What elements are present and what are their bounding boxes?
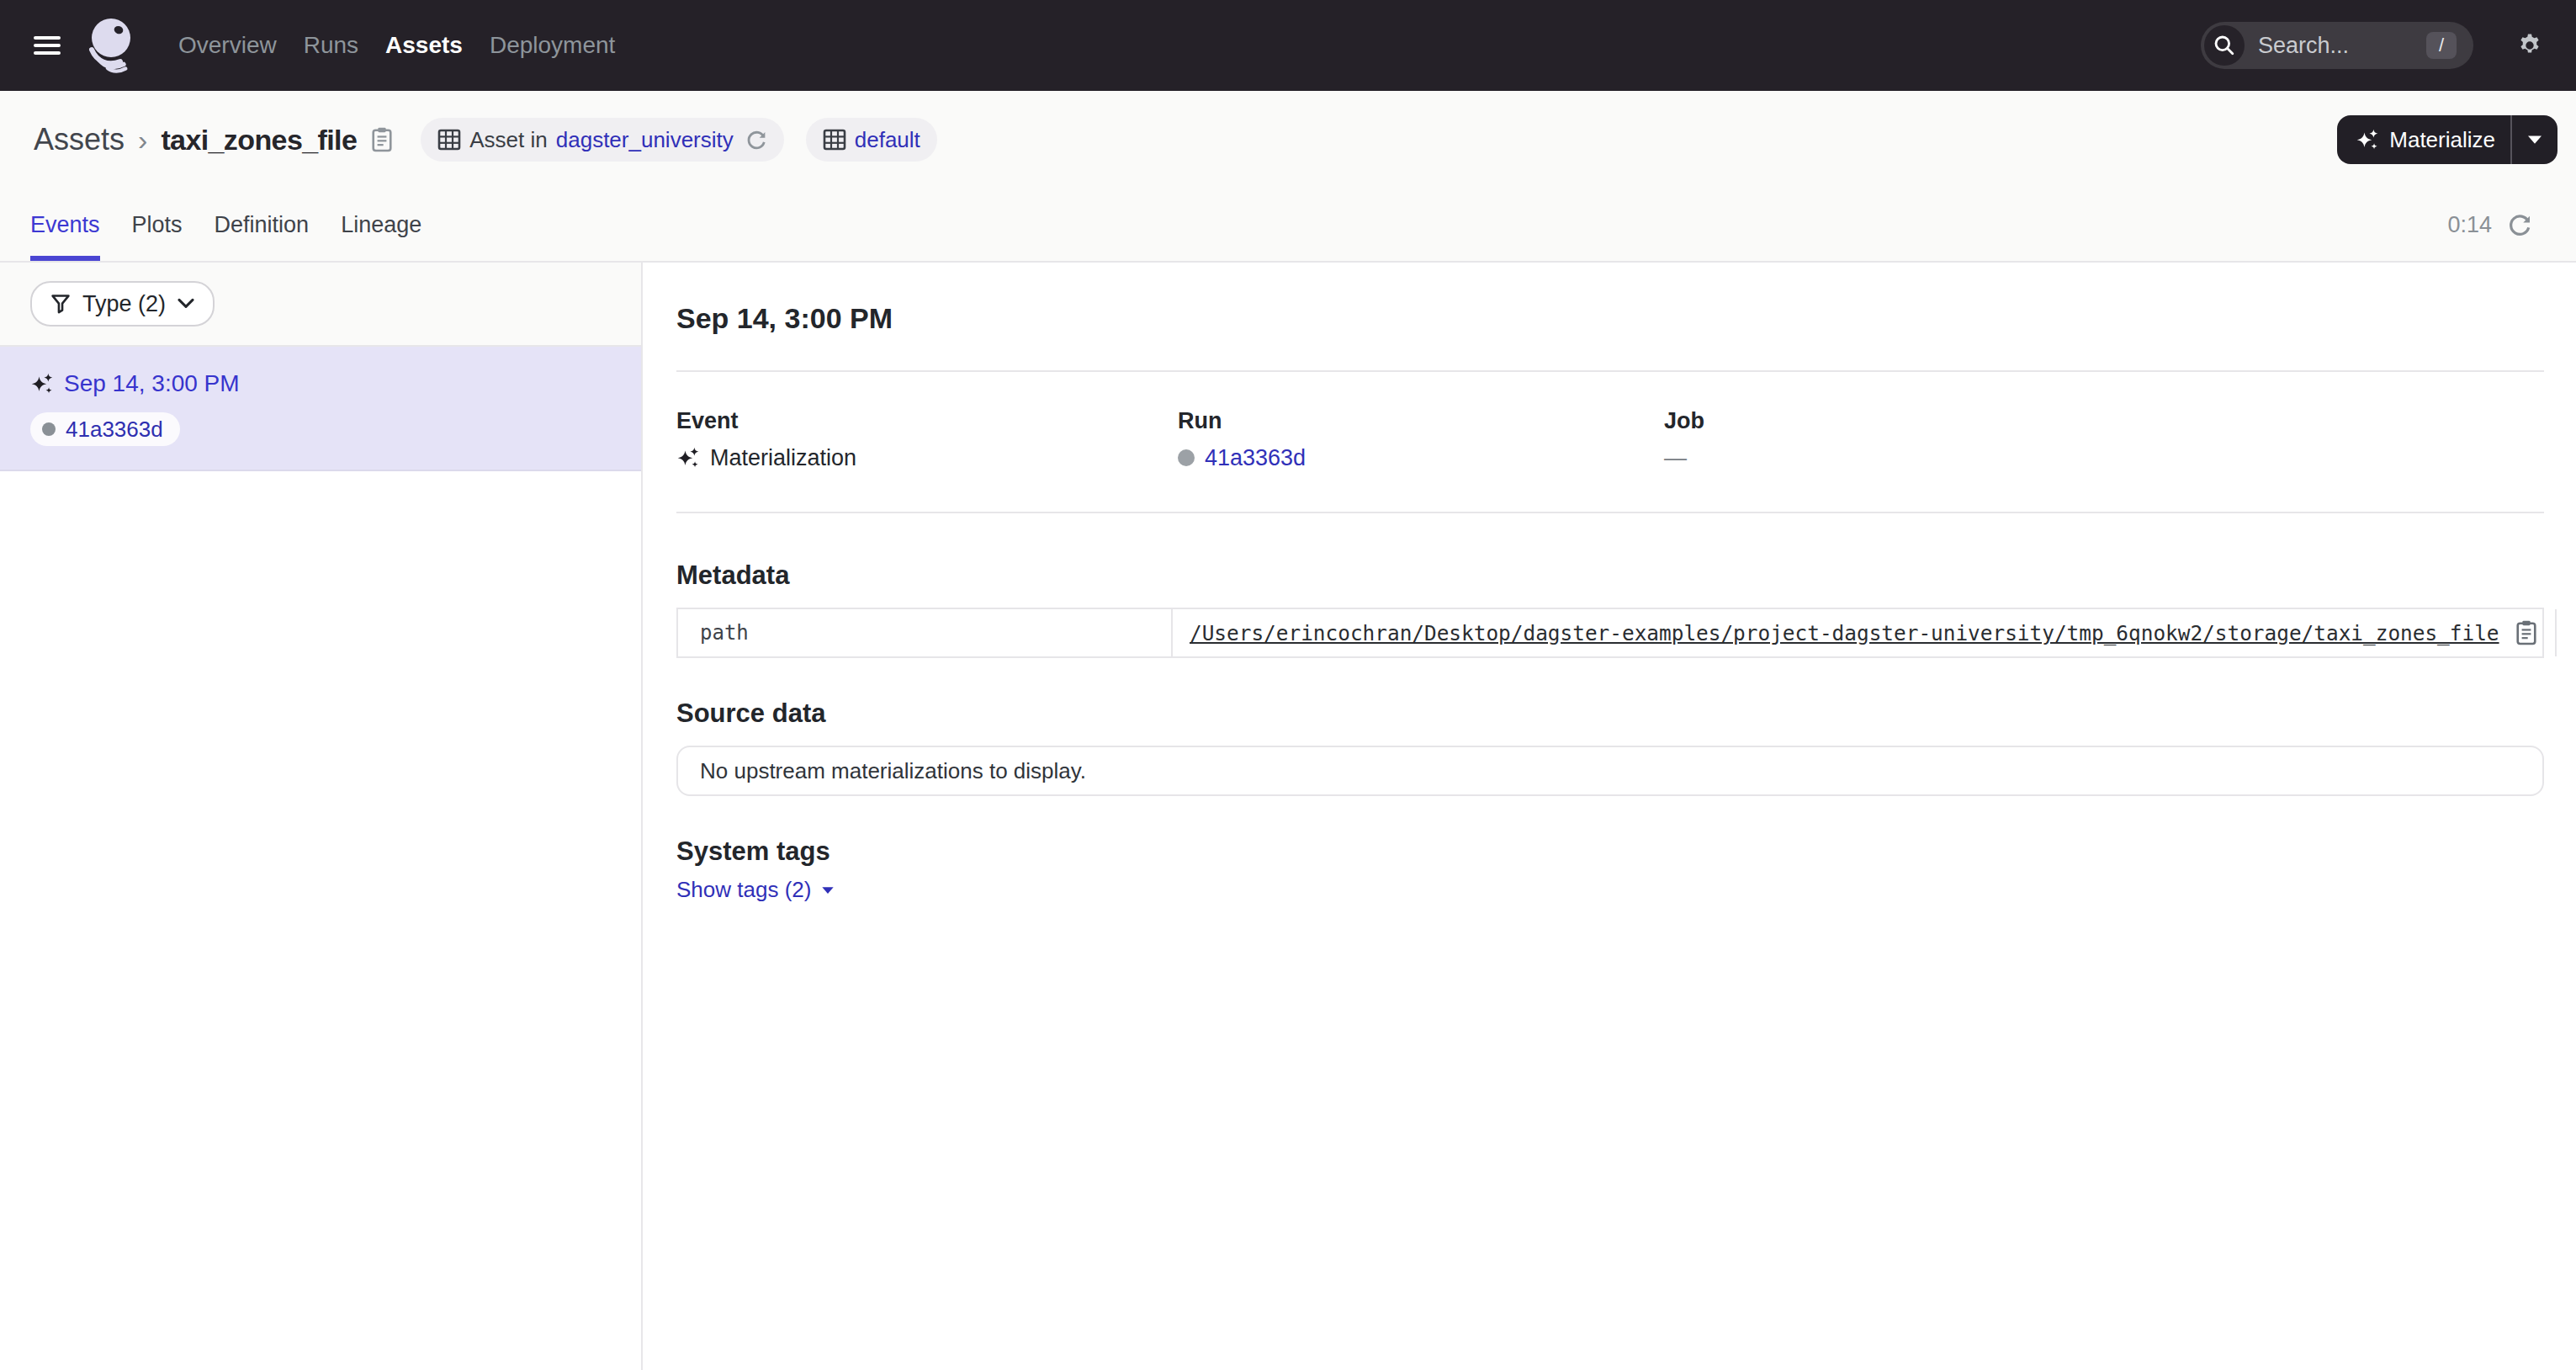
col-header-job: Job <box>1664 407 2544 434</box>
job-value: — <box>1664 445 1687 471</box>
event-item-date: Sep 14, 3:00 PM <box>64 370 240 397</box>
asset-group-tag[interactable]: Asset in dagster_university <box>421 118 784 162</box>
group-tag[interactable]: default <box>806 118 937 162</box>
copy-path-icon[interactable] <box>2515 619 2538 646</box>
run-status-dot <box>1178 449 1195 466</box>
sparkle-icon <box>2356 128 2379 151</box>
refresh-countdown: 0:14 <box>2447 212 2492 238</box>
asset-tag-link[interactable]: dagster_university <box>556 127 734 153</box>
filter-icon <box>50 294 71 314</box>
events-sidebar: Type (2) Sep 14, 3:00 PM 41a3363d <box>0 263 643 1370</box>
metadata-key: path <box>678 609 1173 656</box>
materialization-icon <box>676 446 700 470</box>
chevron-down-icon <box>178 298 194 310</box>
materialize-label: Materialize <box>2389 127 2495 153</box>
event-detail-panel: Sep 14, 3:00 PM Event Materialization <box>643 263 2576 1370</box>
breadcrumb-assets[interactable]: Assets <box>34 122 125 157</box>
search-icon <box>2204 25 2245 66</box>
filter-row: Type (2) <box>0 263 641 347</box>
top-nav: Overview Runs Assets Deployment / <box>0 0 2576 91</box>
dagster-logo-icon[interactable] <box>86 17 140 74</box>
tab-lineage[interactable]: Lineage <box>341 189 421 261</box>
col-header-run: Run <box>1178 407 1664 434</box>
event-heading: Sep 14, 3:00 PM <box>676 300 2544 337</box>
nav-item-assets[interactable]: Assets <box>385 32 463 59</box>
system-tags-heading: System tags <box>676 836 2544 867</box>
metadata-heading: Metadata <box>676 560 2544 591</box>
tab-events[interactable]: Events <box>30 189 100 261</box>
tab-bar: Events Plots Definition Lineage 0:14 <box>0 189 2576 263</box>
tab-definition[interactable]: Definition <box>215 189 310 261</box>
nav-item-deployment[interactable]: Deployment <box>490 32 615 59</box>
search-shortcut-key: / <box>2426 32 2457 59</box>
materialization-icon <box>30 372 54 396</box>
nav-links: Overview Runs Assets Deployment <box>178 32 615 59</box>
metadata-table: path /Users/erincochran/Desktop/dagster-… <box>676 608 2544 658</box>
type-filter-label: Type (2) <box>82 291 166 317</box>
asset-tag-prefix: Asset in <box>469 127 548 153</box>
dagster-app: Overview Runs Assets Deployment / Assets… <box>0 0 2576 1370</box>
search-input[interactable] <box>2258 33 2403 59</box>
page-header: Assets › taxi_zones_file Asset in dagste… <box>0 91 2576 189</box>
event-list-item[interactable]: Sep 14, 3:00 PM 41a3363d <box>0 347 641 471</box>
event-type: Materialization <box>710 445 856 471</box>
run-link[interactable]: 41a3363d <box>1205 445 1306 471</box>
materialize-dropdown-button[interactable] <box>2512 115 2557 164</box>
page-title: taxi_zones_file <box>161 124 357 157</box>
show-tags-link[interactable]: Show tags (2) <box>676 877 835 903</box>
caret-down-icon <box>2527 135 2542 145</box>
source-data-heading: Source data <box>676 698 2544 729</box>
tab-plots[interactable]: Plots <box>132 189 183 261</box>
materialize-split-button: Materialize <box>2337 115 2557 164</box>
event-item-run-id: 41a3363d <box>66 417 163 443</box>
metadata-path-link[interactable]: /Users/erincochran/Desktop/dagster-examp… <box>1190 621 2499 645</box>
grid-icon <box>437 128 461 151</box>
event-info-grid: Event Materialization Run 41a33 <box>676 407 2544 471</box>
event-item-run-pill[interactable]: 41a3363d <box>30 412 180 446</box>
metadata-actions-cell <box>2557 609 2576 656</box>
nav-item-runs[interactable]: Runs <box>304 32 358 59</box>
menu-icon[interactable] <box>34 36 61 55</box>
search-box[interactable]: / <box>2201 22 2473 69</box>
run-status-dot <box>42 422 56 436</box>
nav-item-overview[interactable]: Overview <box>178 32 277 59</box>
type-filter-button[interactable]: Type (2) <box>30 281 215 327</box>
caret-down-icon <box>821 886 835 895</box>
col-header-event: Event <box>676 407 1178 434</box>
materialize-button[interactable]: Materialize <box>2337 115 2510 164</box>
breadcrumb-separator: › <box>138 124 147 157</box>
refresh-icon[interactable] <box>2507 212 2532 237</box>
copy-asset-name-icon[interactable] <box>370 126 394 153</box>
source-data-empty: No upstream materializations to display. <box>676 746 2544 796</box>
group-tag-link[interactable]: default <box>855 127 920 153</box>
gear-icon[interactable] <box>2517 33 2542 58</box>
reload-icon[interactable] <box>745 129 767 151</box>
grid-icon <box>823 128 846 151</box>
